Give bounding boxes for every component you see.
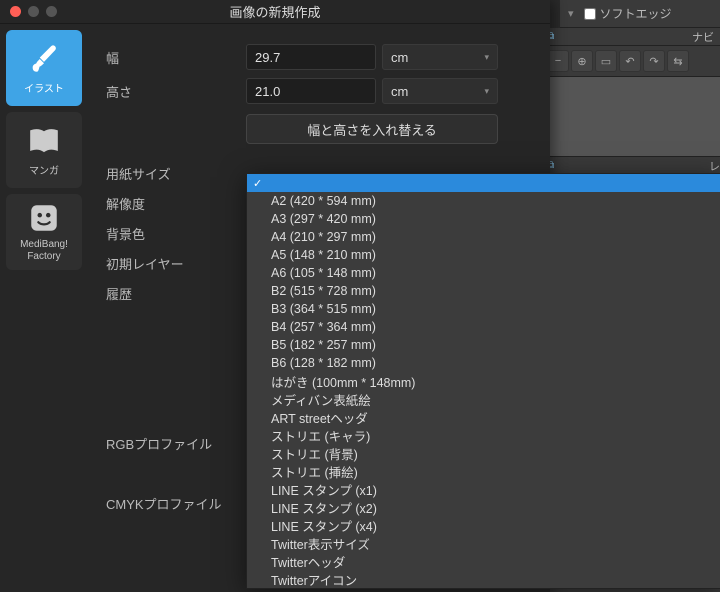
paper-size-dropdown[interactable]: A2 (420 * 594 mm)A3 (297 * 420 mm)A4 (21… — [246, 173, 720, 589]
paper-size-option[interactable]: LINE スタンプ (x2) — [247, 498, 720, 516]
paper-size-option[interactable]: B2 (515 * 728 mm) — [247, 282, 720, 300]
close-icon[interactable] — [10, 6, 21, 17]
paper-size-option[interactable]: ART streetヘッダ — [247, 408, 720, 426]
paper-size-option[interactable]: A2 (420 * 594 mm) — [247, 192, 720, 210]
width-unit-value: cm — [391, 50, 408, 65]
paper-size-option[interactable]: ストリエ (キャラ) — [247, 426, 720, 444]
fit-screen-icon[interactable]: ▭ — [595, 50, 617, 72]
panel-nav-label: ナビ — [692, 29, 714, 45]
brush-icon — [27, 42, 61, 76]
rotate-left-icon[interactable]: ↶ — [619, 50, 641, 72]
sidebar-item-label: MediBang! Factory — [20, 239, 68, 263]
paper-size-option[interactable]: B5 (182 * 257 mm) — [247, 336, 720, 354]
width-label: 幅 — [106, 48, 246, 67]
chevron-down-icon: ▾ — [568, 7, 574, 20]
zoom-in-icon[interactable]: ⊕ — [571, 50, 593, 72]
rotate-right-icon[interactable]: ↷ — [643, 50, 665, 72]
preset-sidebar: イラスト マンガ MediBang! Factory — [0, 24, 88, 592]
sidebar-item-label: イラスト — [24, 80, 64, 95]
paper-size-option[interactable]: B3 (364 * 515 mm) — [247, 300, 720, 318]
soft-edge-label: ソフトエッジ — [600, 5, 672, 22]
width-unit-select[interactable]: cm ▾ — [382, 44, 498, 70]
new-image-form: 幅 cm ▾ 高さ cm ▾ 幅と高さを入れ替える 用紙サイズ — [88, 24, 550, 592]
soft-edge-checkbox-input[interactable] — [584, 8, 596, 20]
paper-size-option[interactable]: Twitter表示サイズ — [247, 534, 720, 552]
paper-size-option[interactable]: A3 (297 * 420 mm) — [247, 210, 720, 228]
sidebar-item-illustration[interactable]: イラスト — [6, 30, 82, 106]
background-toolbar: ▾ ソフトエッジ — [560, 0, 720, 28]
paper-size-option[interactable]: ストリエ (挿絵) — [247, 462, 720, 480]
maximize-icon[interactable] — [46, 6, 57, 17]
chevron-down-icon: ▾ — [484, 52, 489, 63]
sidebar-item-label: マンガ — [29, 162, 59, 177]
resolution-label: 解像度 — [106, 194, 246, 213]
navigator-canvas[interactable] — [541, 77, 720, 157]
minimize-icon[interactable] — [28, 6, 39, 17]
cmyk-profile-label: CMYKプロファイル — [106, 494, 266, 513]
paper-size-option[interactable]: LINE スタンプ (x4) — [247, 516, 720, 534]
paper-size-option[interactable]: A4 (210 * 297 mm) — [247, 228, 720, 246]
paper-size-option[interactable] — [247, 174, 720, 192]
sidebar-item-manga[interactable]: マンガ — [6, 112, 82, 188]
paper-size-option[interactable]: Twitterアイコン — [247, 570, 720, 588]
chevron-down-icon: ▾ — [484, 86, 489, 97]
swap-button-label: 幅と高さを入れ替える — [307, 120, 437, 139]
zoom-out-icon[interactable]: − — [547, 50, 569, 72]
history-label: 履歴 — [106, 284, 246, 303]
background-color-label: 背景色 — [106, 224, 246, 243]
new-image-dialog: 画像の新規作成 イラスト マンガ MediBang! Factory 幅 cm — [0, 0, 550, 592]
panel-layer-label: レ — [709, 158, 720, 174]
width-input[interactable] — [246, 44, 376, 70]
paper-size-option[interactable]: ストリエ (背景) — [247, 444, 720, 462]
height-label: 高さ — [106, 82, 246, 101]
swap-width-height-button[interactable]: 幅と高さを入れ替える — [246, 114, 498, 144]
book-icon — [27, 124, 61, 158]
flip-icon[interactable]: ⇆ — [667, 50, 689, 72]
sidebar-item-factory[interactable]: MediBang! Factory — [6, 194, 82, 270]
height-input[interactable] — [246, 78, 376, 104]
paper-size-option[interactable]: A6 (105 * 148 mm) — [247, 264, 720, 282]
paper-size-option[interactable]: B4 (257 * 364 mm) — [247, 318, 720, 336]
rgb-profile-label: RGBプロファイル — [106, 434, 266, 453]
height-unit-value: cm — [391, 84, 408, 99]
dialog-titlebar: 画像の新規作成 — [0, 0, 550, 24]
paper-size-option[interactable]: B6 (128 * 182 mm) — [247, 354, 720, 372]
paper-size-option[interactable]: はがき (100mm * 148mm) — [247, 372, 720, 390]
paper-size-option[interactable]: A5 (148 * 210 mm) — [247, 246, 720, 264]
paper-size-option[interactable]: Twitterヘッダ — [247, 552, 720, 570]
initial-layer-label: 初期レイヤー — [106, 254, 246, 273]
height-unit-select[interactable]: cm ▾ — [382, 78, 498, 104]
paper-size-option[interactable]: LINE スタンプ (x1) — [247, 480, 720, 498]
paper-size-option[interactable]: メディバン表紙絵 — [247, 390, 720, 408]
soft-edge-checkbox[interactable]: ソフトエッジ — [584, 5, 672, 22]
paper-size-label: 用紙サイズ — [106, 164, 246, 183]
medibang-icon — [27, 201, 61, 235]
dialog-title: 画像の新規作成 — [0, 2, 550, 21]
